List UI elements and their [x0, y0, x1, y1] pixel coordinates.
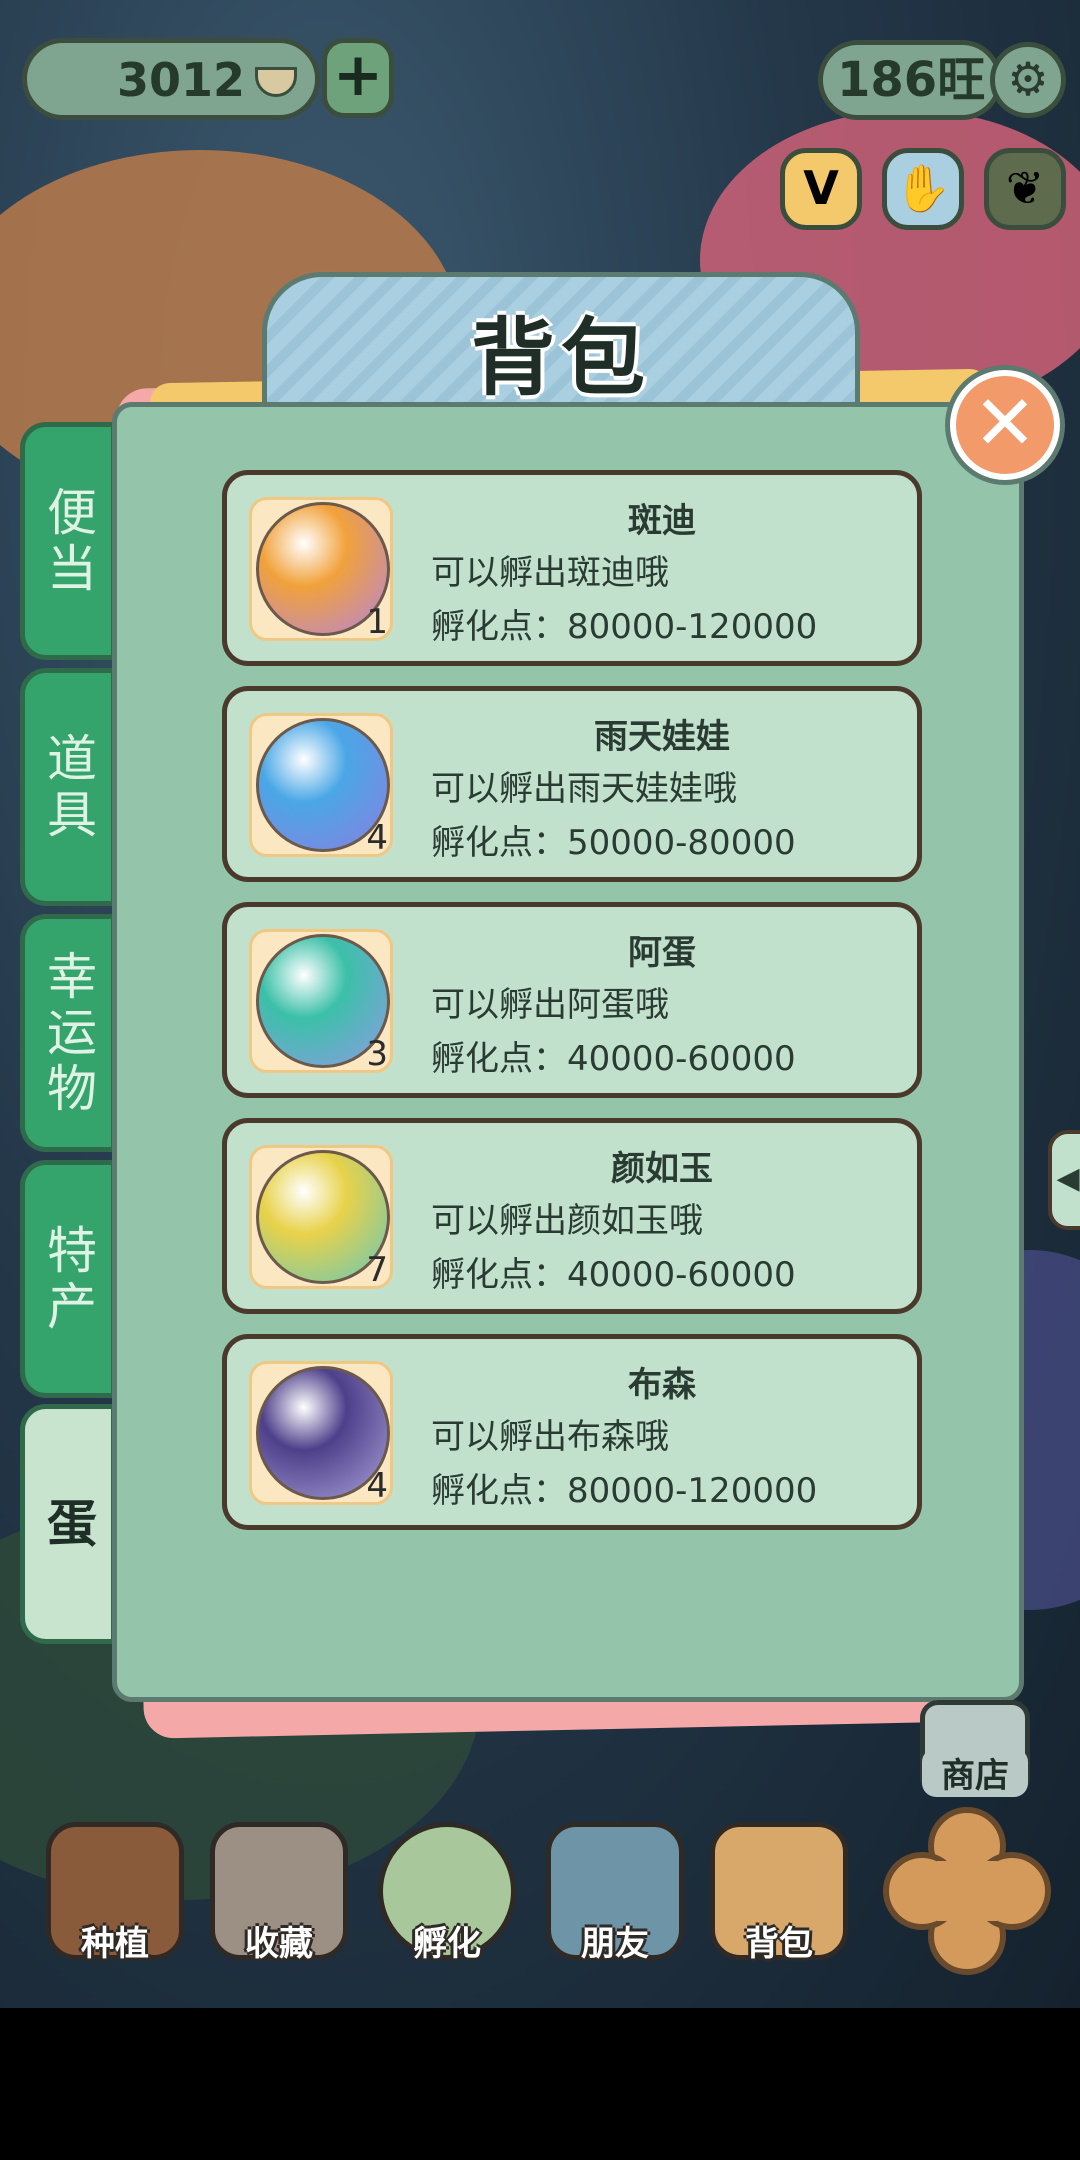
egg-hatch-points: 孵化点：80000-120000 [431, 607, 818, 647]
egg-item[interactable]: 3 阿蛋可以孵出阿蛋哦孵化点：40000-60000 [222, 902, 922, 1098]
game-screen: 3012 + 186旺 ⚙ V ✋ ❦ 便当 道具 幸运物 特产 蛋 背包 ✕ … [0, 0, 1080, 2008]
egg-hatch-points: 孵化点：50000-80000 [431, 823, 796, 863]
tab-bento-label: 便当 [47, 484, 97, 598]
egg-item[interactable]: 4 布森可以孵出布森哦孵化点：80000-120000 [222, 1334, 922, 1530]
tab-specialty[interactable]: 特产 [20, 1160, 116, 1398]
egg-description: 可以孵出布森哦 [431, 1417, 669, 1457]
egg-hatch-points: 孵化点：80000-120000 [431, 1471, 818, 1511]
gold-counter: 3012 [22, 38, 320, 120]
egg-thumbnail: 7 [249, 1145, 393, 1290]
egg-quantity: 1 [366, 602, 388, 642]
tab-bento[interactable]: 便当 [20, 422, 116, 660]
nav-collection-label: 收藏 [245, 1924, 313, 1964]
nav-hatch[interactable]: 孵化 [372, 1822, 522, 1972]
egg-thumbnail: 4 [249, 713, 393, 858]
egg-quantity: 7 [366, 1250, 388, 1290]
egg-quantity: 4 [366, 1466, 388, 1506]
tab-lucky[interactable]: 幸运物 [20, 914, 116, 1152]
gold-amount: 3012 [116, 53, 245, 107]
egg-description: 可以孵出颜如玉哦 [431, 1201, 703, 1241]
tab-specialty-label: 特产 [47, 1222, 97, 1336]
clover-menu-icon[interactable] [882, 1806, 1052, 1976]
tab-lucky-label: 幸运物 [47, 948, 97, 1118]
tab-items-label: 道具 [47, 730, 97, 844]
ginkgo-leaf-icon[interactable]: ❦ [984, 148, 1066, 230]
tab-eggs[interactable]: 蛋 [20, 1404, 116, 1644]
wang-counter: 186旺 [818, 40, 1002, 120]
panel-title: 背包 [470, 309, 651, 407]
egg-quantity: 4 [366, 818, 388, 858]
egg-name: 颜如玉 [611, 1149, 713, 1189]
nav-hatch-label: 孵化 [413, 1924, 481, 1964]
egg-description: 可以孵出斑迪哦 [431, 553, 669, 593]
egg-thumbnail: 1 [249, 497, 393, 642]
nav-plant[interactable]: 种植 [40, 1822, 190, 1972]
tab-eggs-label: 蛋 [47, 1495, 97, 1553]
close-button[interactable]: ✕ [950, 370, 1060, 480]
hand-icon[interactable]: ✋ [882, 148, 964, 230]
egg-thumbnail: 4 [249, 1361, 393, 1506]
add-gold-button[interactable]: + [322, 38, 394, 118]
shop-label[interactable]: 商店 [922, 1748, 1028, 1797]
egg-name: 布森 [628, 1365, 696, 1405]
nav-collection[interactable]: 收藏 [204, 1822, 354, 1972]
nav-bag-label: 背包 [745, 1924, 813, 1964]
system-bottom-bar [0, 2008, 1080, 2160]
egg-name: 斑迪 [628, 501, 696, 541]
egg-name: 阿蛋 [628, 933, 696, 973]
egg-hatch-points: 孵化点：40000-60000 [431, 1039, 796, 1079]
egg-item[interactable]: 7 颜如玉可以孵出颜如玉哦孵化点：40000-60000 [222, 1118, 922, 1314]
nav-friends[interactable]: 朋友 [540, 1822, 690, 1972]
egg-quantity: 3 [366, 1034, 388, 1074]
egg-hatch-points: 孵化点：40000-60000 [431, 1255, 796, 1295]
egg-item[interactable]: 4 雨天娃娃可以孵出雨天娃娃哦孵化点：50000-80000 [222, 686, 922, 882]
nav-friends-label: 朋友 [581, 1924, 649, 1964]
egg-thumbnail: 3 [249, 929, 393, 1074]
egg-description: 可以孵出雨天娃娃哦 [431, 769, 737, 809]
vip-v-icon[interactable]: V [780, 148, 862, 230]
egg-description: 可以孵出阿蛋哦 [431, 985, 669, 1025]
collapse-arrow-icon[interactable]: ◀ [1048, 1130, 1080, 1230]
gold-ingot-icon [255, 67, 297, 97]
settings-gear-icon[interactable]: ⚙ [990, 42, 1066, 118]
tab-items[interactable]: 道具 [20, 668, 116, 906]
egg-item[interactable]: 1 斑迪可以孵出斑迪哦孵化点：80000-120000 [222, 470, 922, 666]
panel-title-banner: 背包 [262, 272, 860, 422]
egg-name: 雨天娃娃 [594, 717, 730, 757]
nav-plant-label: 种植 [81, 1924, 149, 1964]
nav-bag[interactable]: 背包 [704, 1822, 854, 1972]
